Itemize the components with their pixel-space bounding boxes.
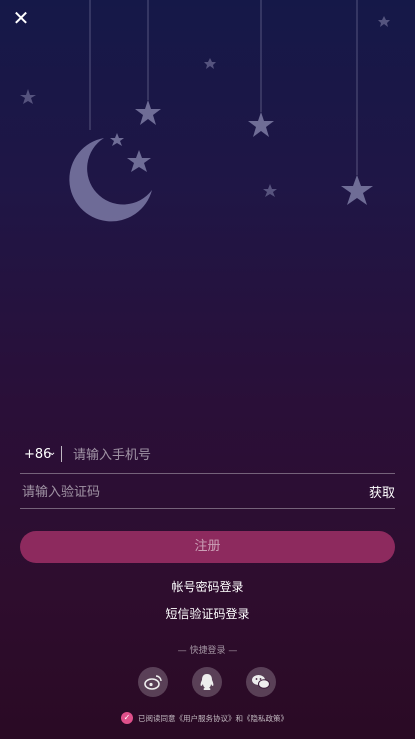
qq-login-button[interactable]: [192, 667, 222, 697]
star-icon: [263, 184, 277, 197]
agreement-row: ✓ 已阅读同意《用户服务协议》和《隐私政策》: [121, 711, 288, 725]
chevron-down-icon[interactable]: ⌄: [48, 447, 56, 458]
night-sky-decoration: [20, 0, 390, 222]
weibo-icon: [144, 675, 162, 690]
code-field-row: 获取: [20, 473, 395, 509]
wechat-icon: [252, 675, 270, 689]
close-icon[interactable]: ✕: [11, 8, 31, 28]
quick-login-label: — 快捷登录 —: [177, 646, 238, 656]
star-icon: [378, 16, 390, 27]
agreement-checkbox[interactable]: ✓: [121, 712, 133, 724]
login-screen: ✕ +86 ⌄ 获取 注册 帐号密码登录 短信验证码登录 — 快捷登录 —: [0, 0, 415, 739]
star-icon: [341, 175, 373, 205]
wechat-login-button[interactable]: [246, 667, 276, 697]
register-button[interactable]: 注册: [20, 531, 395, 563]
field-divider: [61, 446, 62, 462]
phone-field-row: +86 ⌄: [20, 437, 395, 474]
star-icon: [135, 100, 161, 125]
sms-login-link[interactable]: 短信验证码登录: [0, 605, 415, 622]
phone-input[interactable]: [71, 443, 375, 467]
password-login-link[interactable]: 帐号密码登录: [0, 578, 415, 595]
qq-icon: [200, 674, 214, 690]
star-icon: [110, 133, 124, 146]
star-icon: [127, 150, 151, 172]
star-icon: [204, 58, 216, 69]
get-code-button[interactable]: 获取: [369, 482, 395, 501]
weibo-login-button[interactable]: [138, 667, 168, 697]
verification-code-input[interactable]: [20, 480, 324, 504]
agreement-text[interactable]: 已阅读同意《用户服务协议》和《隐私政策》: [138, 713, 288, 724]
star-icon: [248, 112, 274, 137]
star-icon: [20, 89, 36, 104]
moon-icon: [69, 138, 152, 222]
